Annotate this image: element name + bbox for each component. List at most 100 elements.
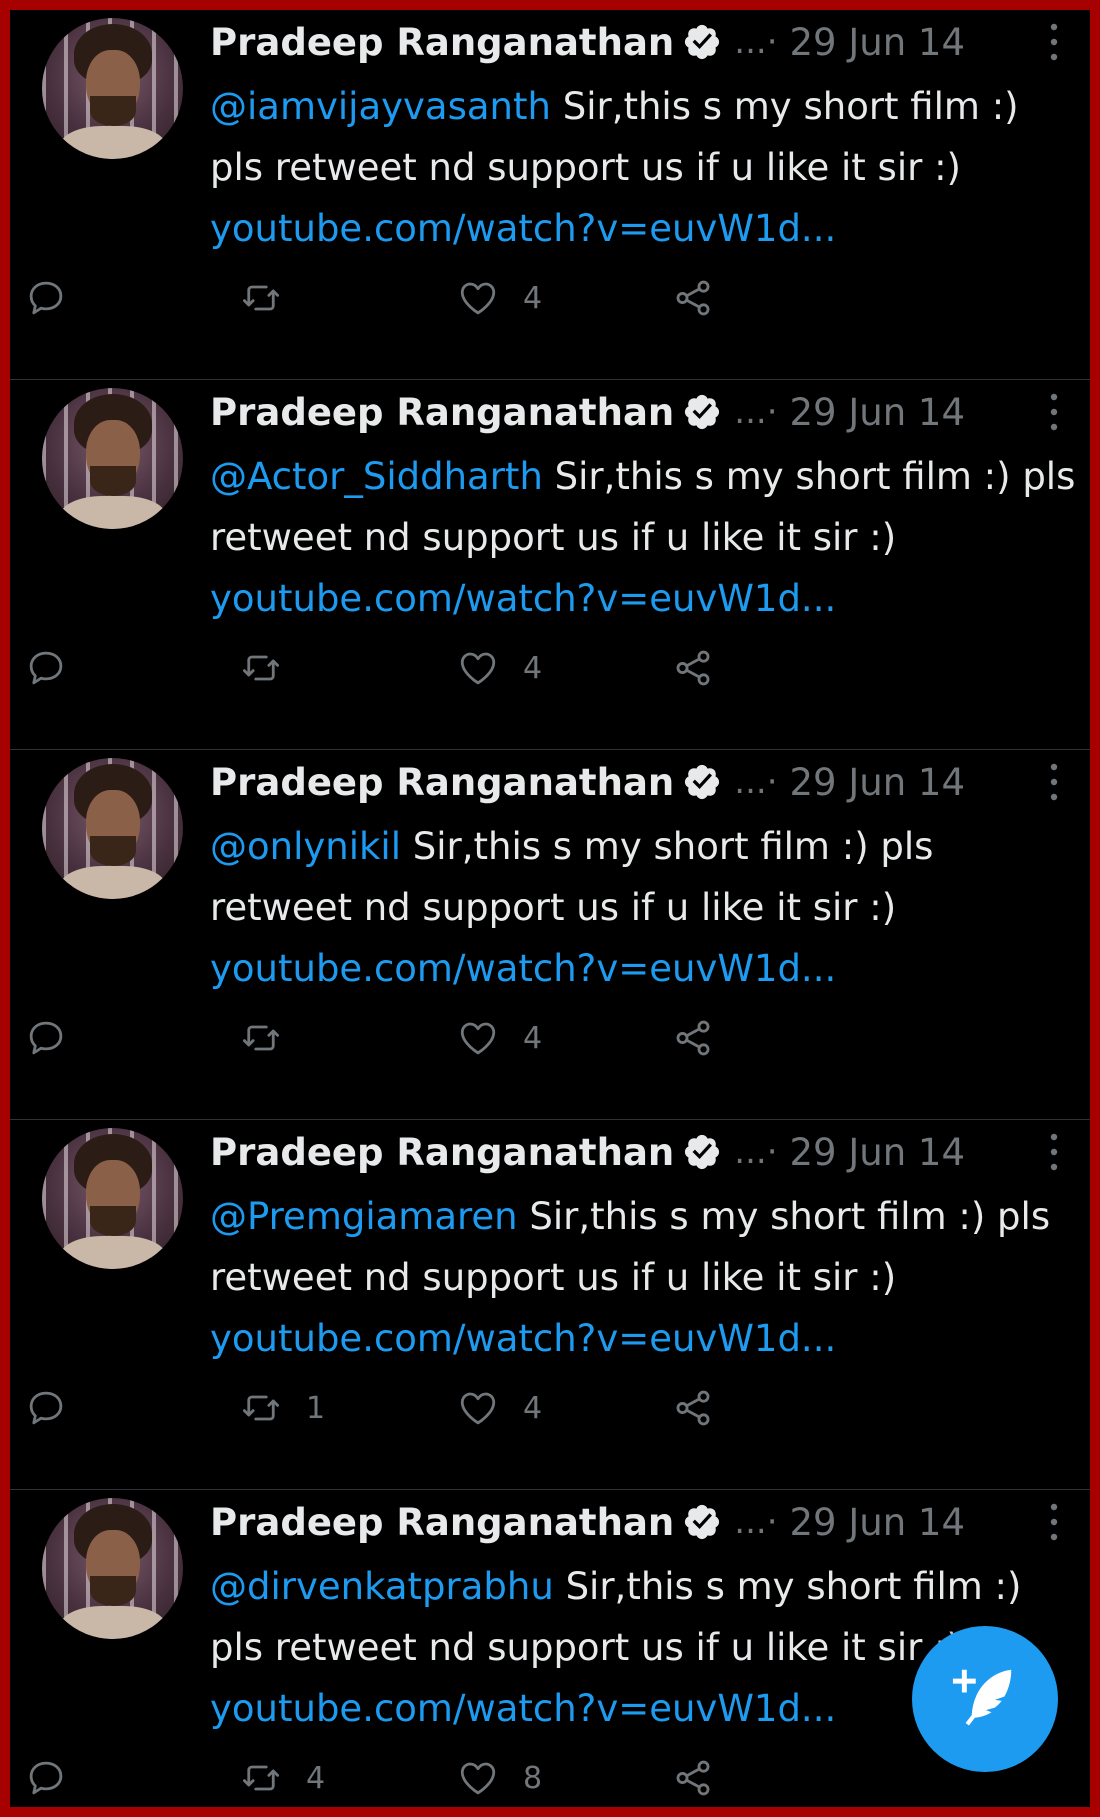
author-name[interactable]: Pradeep Ranganathan	[210, 391, 674, 434]
heart-icon	[460, 1022, 496, 1055]
retweet-button[interactable]	[240, 643, 306, 693]
heart-icon	[460, 1392, 496, 1425]
more-vertical-icon[interactable]	[1048, 762, 1060, 802]
mention-link[interactable]: @iamvijayvasanth	[210, 85, 551, 128]
retweet-button[interactable]: 1	[240, 1383, 325, 1433]
more-vertical-icon[interactable]	[1048, 1502, 1060, 1542]
tweet-feed[interactable]: Pradeep Ranganathan ...· 29 Jun 14 @iamv…	[10, 10, 1090, 1807]
more-vertical-icon[interactable]	[1048, 1132, 1060, 1172]
avatar[interactable]	[42, 18, 183, 159]
author-name[interactable]: Pradeep Ranganathan	[210, 1131, 674, 1174]
author-handle[interactable]: ...·	[734, 762, 777, 802]
tweet-header: Pradeep Ranganathan ...· 29 Jun 14	[210, 12, 1070, 72]
reply-icon	[29, 1761, 63, 1795]
reply-button[interactable]	[25, 1383, 91, 1433]
tweet-date[interactable]: 29 Jun 14	[790, 21, 966, 64]
tweet[interactable]: Pradeep Ranganathan ...· 29 Jun 14 @iamv…	[10, 10, 1090, 380]
share-button[interactable]	[672, 1753, 714, 1803]
avatar[interactable]	[42, 1498, 183, 1639]
like-count: 4	[523, 280, 543, 316]
share-button[interactable]	[672, 1383, 714, 1433]
avatar[interactable]	[42, 388, 183, 529]
share-icon	[676, 1390, 710, 1426]
tweet[interactable]: Pradeep Ranganathan ...· 29 Jun 14 @only…	[10, 750, 1090, 1120]
tweet-header: Pradeep Ranganathan ...· 29 Jun 14	[210, 382, 1070, 442]
tweet-date[interactable]: 29 Jun 14	[790, 391, 966, 434]
tweet-actions: 4	[25, 273, 710, 323]
like-count: 4	[523, 1390, 543, 1426]
mention-link[interactable]: @Actor_Siddharth	[210, 455, 543, 498]
reply-button[interactable]	[25, 1753, 91, 1803]
more-vertical-icon[interactable]	[1048, 392, 1060, 432]
retweet-button[interactable]	[240, 1013, 306, 1063]
tweet-content: Pradeep Ranganathan ...· 29 Jun 14 @only…	[210, 750, 1070, 999]
url-link[interactable]: youtube.com/watch?v=euvW1d...	[210, 1317, 836, 1360]
author-handle[interactable]: ...·	[734, 392, 777, 432]
share-button[interactable]	[672, 273, 714, 323]
tweet-header: Pradeep Ranganathan ...· 29 Jun 14	[210, 1492, 1070, 1552]
share-button[interactable]	[672, 1013, 714, 1063]
tweet-text: @iamvijayvasanth Sir,this s my short fil…	[210, 76, 1080, 259]
author-name[interactable]: Pradeep Ranganathan	[210, 21, 674, 64]
like-count: 4	[523, 1020, 543, 1056]
compose-tweet-icon	[952, 1669, 1012, 1726]
screenshot-frame: Pradeep Ranganathan ...· 29 Jun 14 @iamv…	[0, 0, 1100, 1817]
reply-icon	[29, 281, 63, 315]
like-button[interactable]: 8	[457, 1753, 542, 1803]
tweet-date[interactable]: 29 Jun 14	[790, 1131, 966, 1174]
mention-link[interactable]: @dirvenkatprabhu	[210, 1565, 554, 1608]
tweet-actions: 4	[25, 643, 710, 693]
author-handle[interactable]: ...·	[734, 1132, 777, 1172]
tweet[interactable]: Pradeep Ranganathan ...· 29 Jun 14 @Acto…	[10, 380, 1090, 750]
share-icon	[676, 650, 710, 686]
url-link[interactable]: youtube.com/watch?v=euvW1d...	[210, 207, 836, 250]
reply-icon	[29, 651, 63, 685]
reply-button[interactable]	[25, 643, 91, 693]
retweet-icon	[242, 1395, 280, 1421]
verified-badge-icon	[685, 1504, 720, 1540]
tweet-header: Pradeep Ranganathan ...· 29 Jun 14	[210, 1122, 1070, 1182]
tweet[interactable]: Pradeep Ranganathan ...· 29 Jun 14 @Prem…	[10, 1120, 1090, 1490]
tweet-date[interactable]: 29 Jun 14	[790, 1501, 966, 1544]
url-link[interactable]: youtube.com/watch?v=euvW1d...	[210, 947, 836, 990]
tweet-text: @onlynikil Sir,this s my short film :) p…	[210, 816, 1080, 999]
more-vertical-icon[interactable]	[1048, 22, 1060, 62]
tweet-actions: 1 4	[25, 1383, 710, 1433]
mention-link[interactable]: @Premgiamaren	[210, 1195, 518, 1238]
retweet-button[interactable]: 4	[240, 1753, 325, 1803]
verified-badge-icon	[685, 394, 720, 430]
retweet-count: 4	[306, 1760, 326, 1796]
author-name[interactable]: Pradeep Ranganathan	[210, 761, 674, 804]
tweet-header: Pradeep Ranganathan ...· 29 Jun 14	[210, 752, 1070, 812]
tweet-content: Pradeep Ranganathan ...· 29 Jun 14 @iamv…	[210, 10, 1070, 259]
author-handle[interactable]: ...·	[734, 1502, 777, 1542]
share-icon	[676, 1760, 710, 1796]
verified-badge-icon	[685, 24, 720, 60]
like-button[interactable]: 4	[457, 273, 542, 323]
author-name[interactable]: Pradeep Ranganathan	[210, 1501, 674, 1544]
tweet-content: Pradeep Ranganathan ...· 29 Jun 14 @Prem…	[210, 1120, 1070, 1369]
url-link[interactable]: youtube.com/watch?v=euvW1d...	[210, 1687, 836, 1730]
url-link[interactable]: youtube.com/watch?v=euvW1d...	[210, 577, 836, 620]
reply-button[interactable]	[25, 1013, 91, 1063]
heart-icon	[460, 282, 496, 315]
author-handle[interactable]: ...·	[734, 22, 777, 62]
share-icon	[676, 1020, 710, 1056]
like-button[interactable]: 4	[457, 643, 542, 693]
like-button[interactable]: 4	[457, 1013, 542, 1063]
tweet-content: Pradeep Ranganathan ...· 29 Jun 14 @Acto…	[210, 380, 1075, 629]
reply-button[interactable]	[25, 273, 91, 323]
tweet-date[interactable]: 29 Jun 14	[790, 761, 966, 804]
verified-badge-icon	[685, 764, 720, 800]
share-button[interactable]	[672, 643, 714, 693]
avatar[interactable]	[42, 1128, 183, 1269]
verified-badge-icon	[685, 1134, 720, 1170]
mention-link[interactable]: @onlynikil	[210, 825, 401, 868]
retweet-count: 1	[306, 1390, 326, 1426]
avatar[interactable]	[42, 758, 183, 899]
like-button[interactable]: 4	[457, 1383, 542, 1433]
compose-tweet-button[interactable]	[912, 1626, 1058, 1772]
retweet-button[interactable]	[240, 273, 306, 323]
tweet-actions: 4 8	[25, 1753, 710, 1803]
like-count: 8	[523, 1760, 543, 1796]
